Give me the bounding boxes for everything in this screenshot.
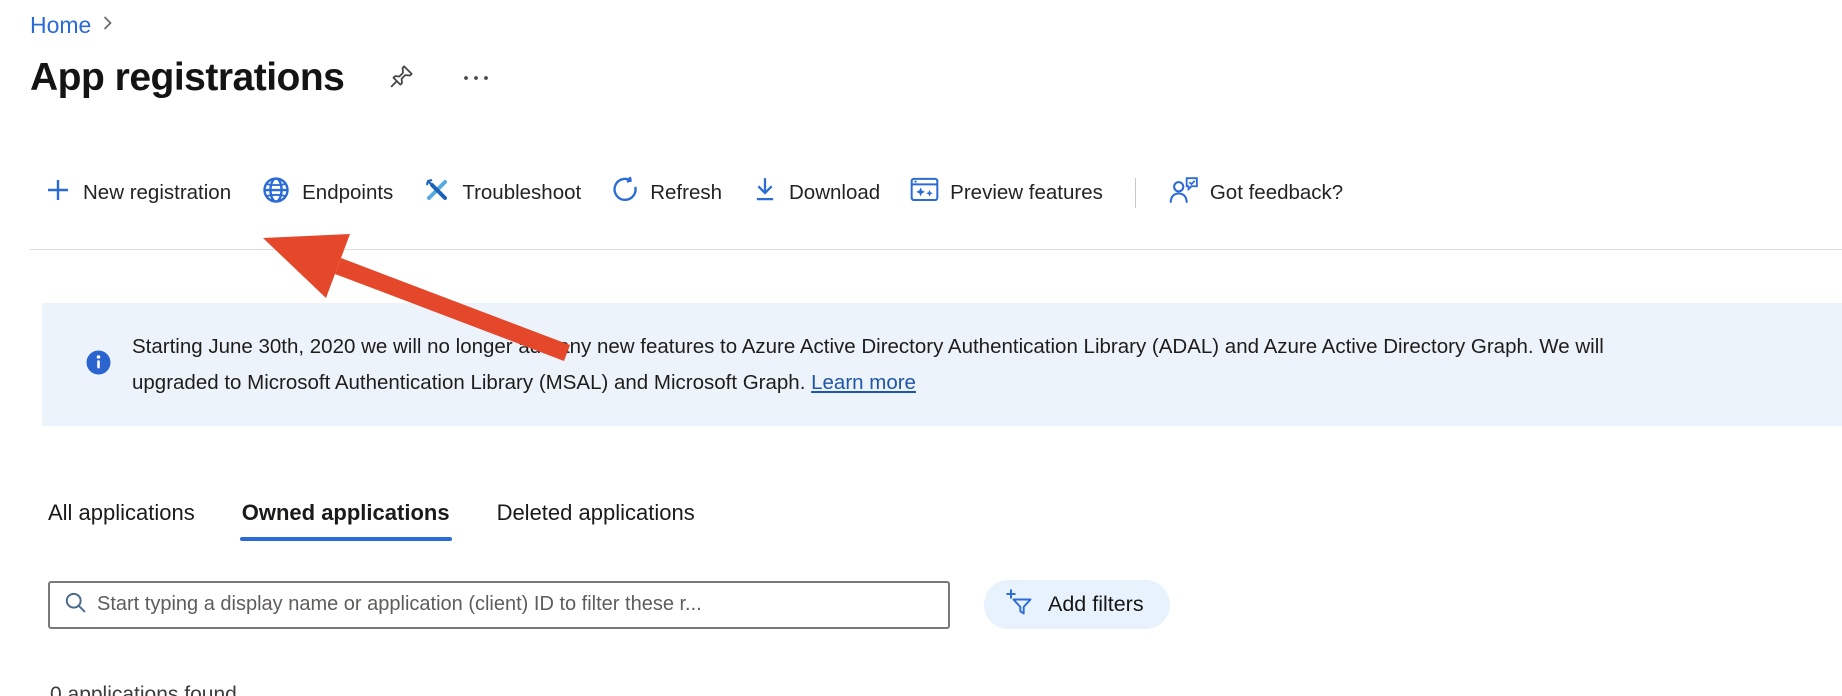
breadcrumb: Home (30, 12, 114, 39)
banner-line-2: upgraded to Microsoft Authentication Lib… (132, 365, 1604, 401)
tab-all-applications[interactable]: All applications (48, 500, 195, 541)
troubleshoot-tools-icon (423, 176, 451, 210)
applications-count-status: 0 applications found (50, 683, 237, 696)
title-row: App registrations (30, 56, 493, 100)
search-icon (64, 591, 87, 619)
filter-row: Add filters (48, 580, 1170, 629)
plus-icon (44, 176, 72, 210)
banner-text: Starting June 30th, 2020 we will no long… (132, 329, 1604, 401)
chevron-right-icon (101, 13, 114, 38)
add-filters-button[interactable]: Add filters (984, 580, 1170, 629)
got-feedback-button[interactable]: Got feedback? (1168, 176, 1343, 211)
preview-features-label: Preview features (950, 181, 1103, 205)
add-filters-label: Add filters (1048, 592, 1144, 617)
adal-deprecation-banner: Starting June 30th, 2020 we will no long… (42, 303, 1842, 426)
got-feedback-label: Got feedback? (1210, 181, 1343, 205)
troubleshoot-button[interactable]: Troubleshoot (423, 176, 581, 210)
refresh-icon (611, 176, 639, 210)
tab-deleted-applications[interactable]: Deleted applications (497, 500, 695, 541)
toolbar-separator (30, 249, 1842, 250)
download-button[interactable]: Download (752, 176, 880, 210)
toolbar-divider (1135, 178, 1136, 208)
filter-search-input[interactable] (97, 593, 934, 616)
download-icon (752, 176, 778, 210)
preview-features-button[interactable]: Preview features (910, 176, 1103, 210)
tab-owned-applications[interactable]: Owned applications (242, 500, 450, 541)
endpoints-label: Endpoints (302, 181, 393, 205)
add-filter-funnel-icon (1004, 586, 1036, 624)
troubleshoot-label: Troubleshoot (462, 181, 581, 205)
pin-dashboard-button[interactable] (384, 59, 419, 97)
learn-more-link[interactable]: Learn more (811, 371, 916, 394)
command-toolbar: New registration Endpoints Troubleshoot (44, 168, 1842, 218)
preview-features-icon (910, 176, 939, 210)
new-registration-label: New registration (83, 181, 231, 205)
page-title: App registrations (30, 56, 344, 100)
app-registrations-page: Home App registrations (0, 0, 1842, 696)
globe-icon (261, 175, 291, 211)
new-registration-button[interactable]: New registration (44, 176, 231, 210)
endpoints-button[interactable]: Endpoints (261, 175, 393, 211)
refresh-label: Refresh (650, 181, 722, 205)
breadcrumb-home-link[interactable]: Home (30, 12, 91, 39)
more-actions-button[interactable] (459, 67, 493, 90)
applications-tabs: All applications Owned applications Dele… (48, 500, 695, 541)
download-label: Download (789, 181, 880, 205)
banner-line-2-text: upgraded to Microsoft Authentication Lib… (132, 371, 811, 394)
info-icon (86, 350, 111, 380)
feedback-icon (1168, 176, 1199, 211)
banner-line-1: Starting June 30th, 2020 we will no long… (132, 329, 1604, 365)
pin-icon (388, 63, 415, 93)
refresh-button[interactable]: Refresh (611, 176, 722, 210)
search-box (48, 581, 950, 629)
ellipsis-icon (463, 71, 489, 86)
